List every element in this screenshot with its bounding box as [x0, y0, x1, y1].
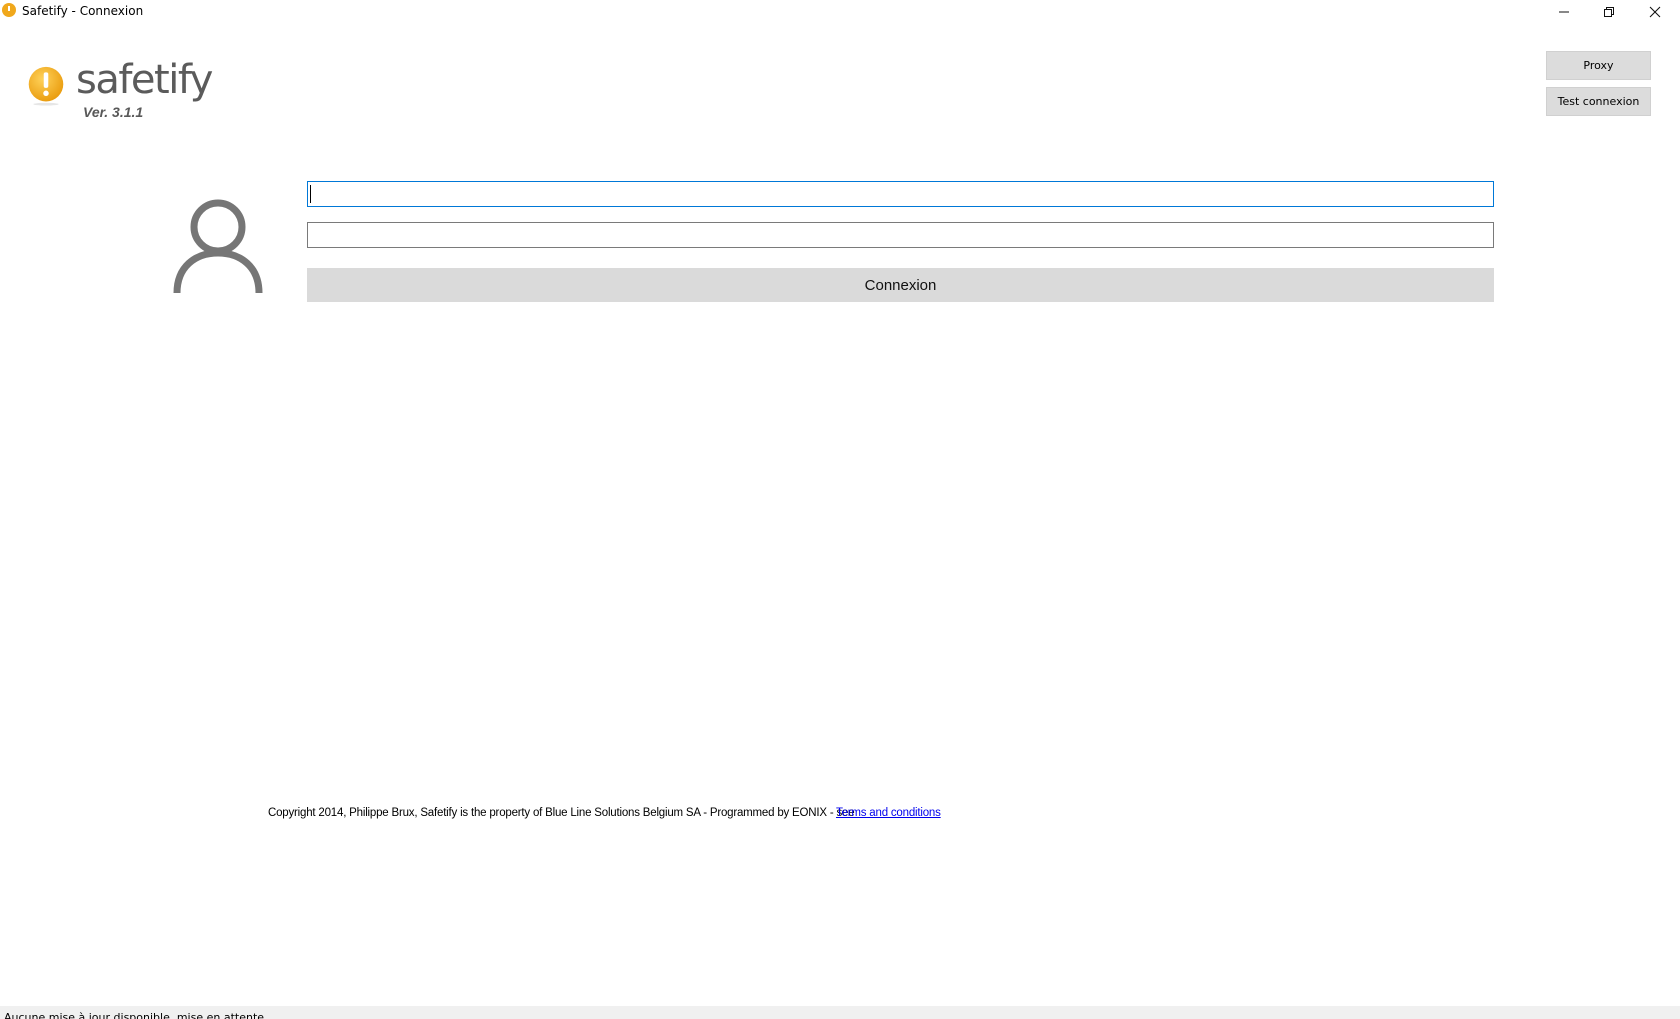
- terms-link[interactable]: Terms and conditions: [836, 807, 941, 819]
- minimize-button[interactable]: [1541, 0, 1587, 24]
- title-bar: Safetify - Connexion: [0, 0, 1680, 24]
- window-title: Safetify - Connexion: [22, 4, 144, 18]
- status-text: Aucune mise à jour disponible, mise en a…: [4, 1011, 268, 1019]
- text-caret: [310, 185, 311, 203]
- proxy-button[interactable]: Proxy: [1546, 51, 1651, 80]
- app-window: Safetify - Connexion safetify Ver. 3.1.1…: [0, 0, 1680, 1019]
- connect-button[interactable]: Connexion: [307, 268, 1494, 302]
- app-icon: [2, 3, 16, 17]
- minimize-icon: [1559, 11, 1569, 13]
- version-label: Ver. 3.1.1: [83, 104, 144, 120]
- exclamation-badge-icon: [28, 66, 64, 106]
- username-input[interactable]: [307, 181, 1494, 207]
- close-icon: [1649, 6, 1661, 18]
- status-bar: Aucune mise à jour disponible, mise en a…: [0, 1006, 1680, 1019]
- logo-wordmark: safetify: [76, 57, 213, 103]
- restore-icon: [1604, 7, 1614, 17]
- user-icon: [173, 199, 263, 294]
- password-input[interactable]: [307, 222, 1494, 248]
- test-connection-button[interactable]: Test connexion: [1546, 87, 1651, 116]
- safetify-logo: safetify Ver. 3.1.1: [26, 57, 226, 122]
- restore-button[interactable]: [1586, 0, 1632, 24]
- close-button[interactable]: [1632, 0, 1678, 24]
- copyright-text: Copyright 2014, Philippe Brux, Safetify …: [268, 807, 855, 819]
